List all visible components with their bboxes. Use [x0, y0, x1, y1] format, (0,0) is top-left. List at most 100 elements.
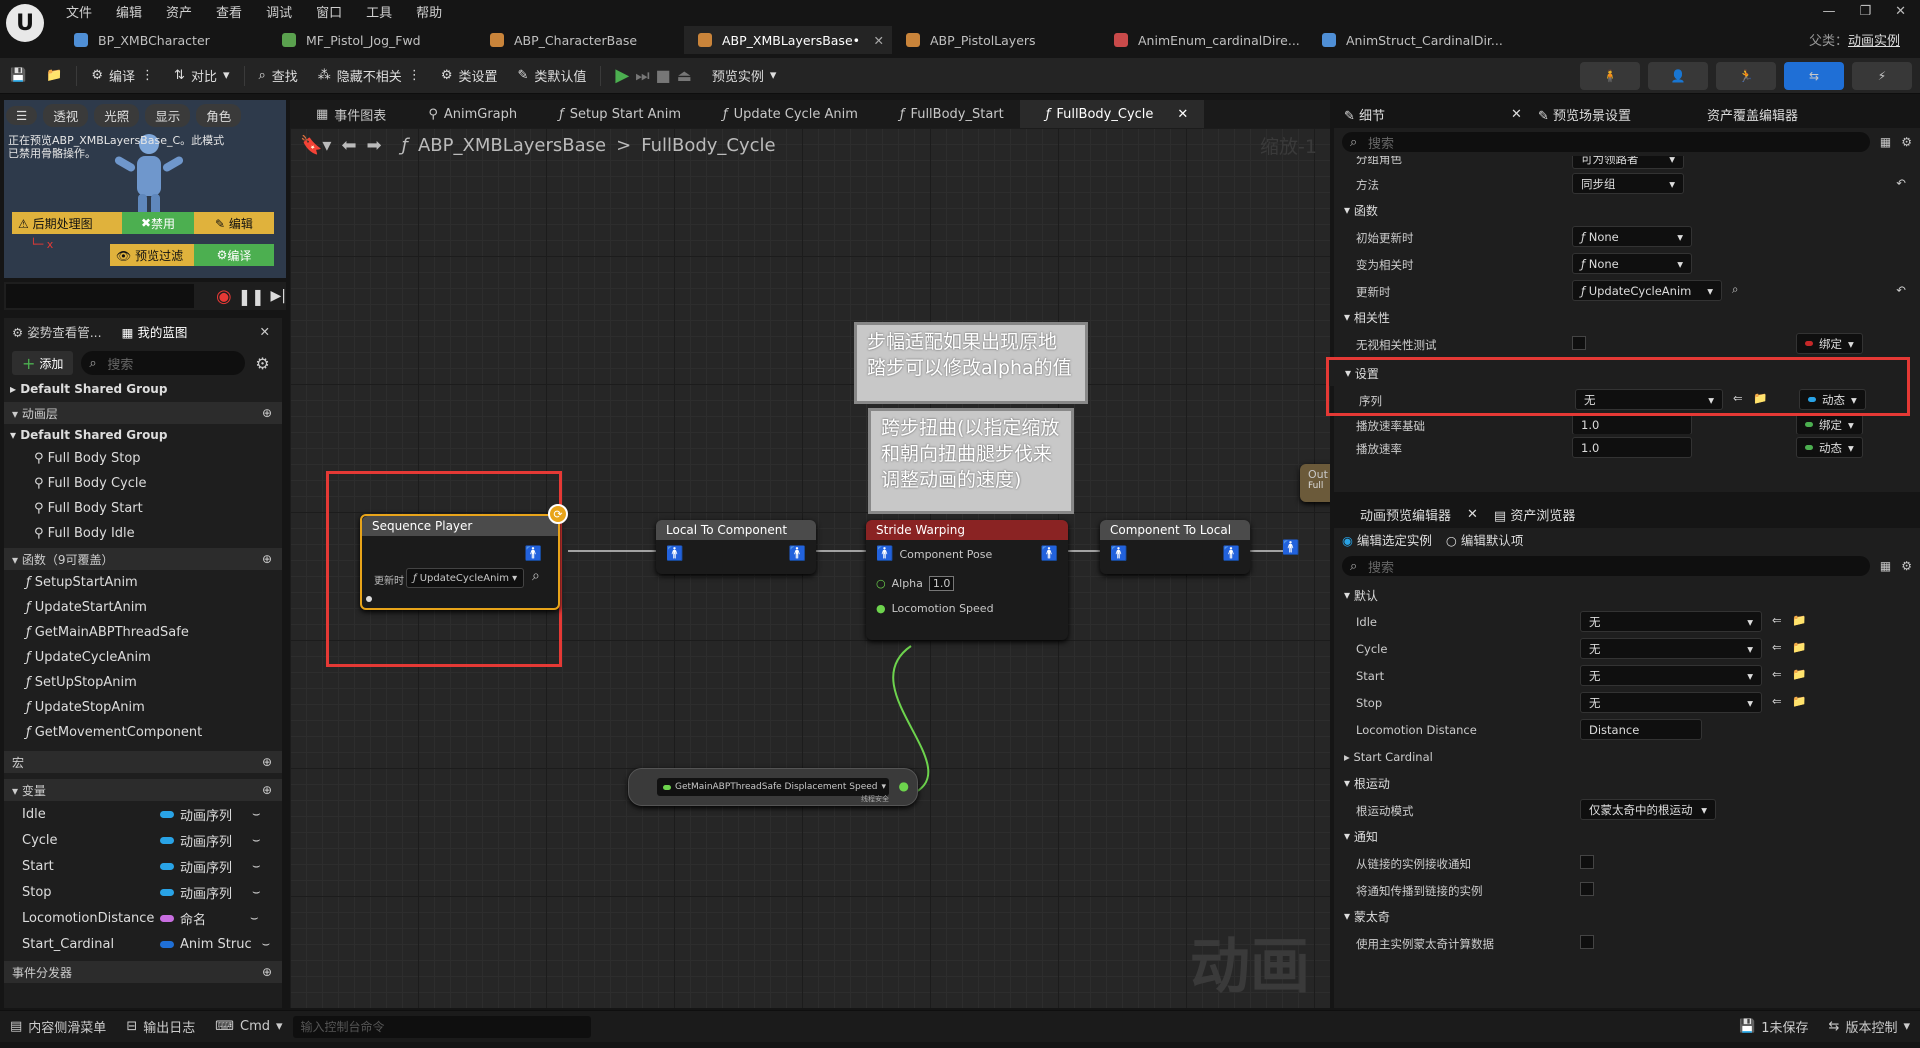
minimize-icon[interactable]: —: [1822, 4, 1835, 19]
function-item[interactable]: ƒ SetupStartAnim: [4, 570, 282, 595]
getter-combo[interactable]: GetMainABPThreadSafe Displacement Speed ▾: [657, 778, 889, 796]
section-header[interactable]: ▾ 蒙太奇: [1334, 903, 1920, 929]
play-icon[interactable]: ▶: [615, 65, 629, 86]
close-tab-icon[interactable]: ✕: [874, 33, 884, 48]
float-out-pin-icon[interactable]: ●: [899, 779, 909, 793]
comment-box[interactable]: 步幅适配如果出现原地踏步可以修改alpha的值: [854, 322, 1088, 404]
pose-pin-icon[interactable]: 🚹: [525, 546, 542, 562]
browse-icon[interactable]: 📁: [1792, 613, 1806, 627]
find-button[interactable]: ⌕ 查找: [249, 58, 308, 94]
unreal-logo-icon[interactable]: U: [6, 4, 44, 42]
show-button[interactable]: 显示: [145, 104, 191, 127]
browse-icon[interactable]: 📁: [1753, 391, 1767, 405]
eye-icon[interactable]: ⌣: [252, 807, 261, 822]
dynamic-button[interactable]: 动态 ▾: [1799, 389, 1866, 410]
add-circle-icon[interactable]: ⊕: [262, 783, 272, 797]
tab-anim-preview[interactable]: 动画预览编辑器: [1360, 505, 1451, 524]
close-icon[interactable]: ✕: [1467, 507, 1478, 522]
reset-icon[interactable]: ↶: [1896, 283, 1906, 297]
variable-row[interactable]: Start_Cardinal Anim Struc ⌣: [4, 931, 282, 957]
pose-in-pin-icon[interactable]: 🚹: [1110, 546, 1127, 562]
eye-icon[interactable]: ⌣: [252, 885, 261, 900]
function-item[interactable]: ƒ GetMovementComponent: [4, 720, 282, 745]
comment-box[interactable]: 跨步扭曲(以指定缩放和朝向扭曲腿步伐来调整动画的速度): [868, 408, 1074, 514]
parent-class-link[interactable]: 动画实例: [1848, 34, 1900, 49]
root-motion-combo[interactable]: 仅蒙太奇中的根运动 ▾: [1580, 799, 1716, 820]
tab-animgraph[interactable]: ⚲ AnimGraph: [402, 100, 533, 128]
add-circle-icon[interactable]: ⊕: [262, 755, 272, 769]
update-function-combo[interactable]: ƒ UpdateCycleAnim ▾: [406, 568, 524, 588]
menu-window[interactable]: 窗口: [316, 2, 342, 21]
stop-icon[interactable]: ■: [656, 66, 671, 85]
section-header[interactable]: ▾ 函数: [1334, 197, 1920, 223]
sequence-combo[interactable]: 无 ▾: [1575, 389, 1723, 410]
use-selected-icon[interactable]: ⇐: [1733, 391, 1743, 405]
bookmark-icon[interactable]: 🔖▾: [300, 135, 331, 156]
blueprint-mode-button[interactable]: ⇆: [1784, 61, 1844, 90]
macros-section[interactable]: 宏 ⊕: [4, 751, 282, 773]
class-settings-button[interactable]: ⚙ 类设置: [431, 58, 508, 94]
search-icon[interactable]: ⌕: [532, 568, 540, 584]
event-dispatchers-section[interactable]: 事件分发器 ⊕: [4, 961, 282, 983]
idle-combo[interactable]: 无 ▾: [1580, 611, 1762, 632]
browse-icon[interactable]: 📁: [1792, 694, 1806, 708]
close-window-icon[interactable]: ✕: [1895, 4, 1906, 19]
compile-filter-button[interactable]: ⚙ 编译: [194, 244, 274, 266]
add-button[interactable]: + 添加: [12, 351, 74, 375]
edit-button[interactable]: ✎ 编辑: [194, 215, 274, 232]
variable-row[interactable]: LocomotionDistance 命名 ⌣: [4, 905, 282, 931]
skeleton-mode-button[interactable]: 🧍: [1580, 61, 1640, 90]
search-icon[interactable]: ⌕: [1732, 282, 1738, 297]
use-selected-icon[interactable]: ⇐: [1772, 667, 1782, 681]
list-item[interactable]: ⚲ Full Body Stop: [4, 446, 282, 471]
alpha-input[interactable]: 1.0: [928, 576, 955, 591]
initial-update-combo[interactable]: ƒ None ▾: [1572, 226, 1692, 247]
unsaved-button[interactable]: 💾 1未保存: [1729, 1011, 1818, 1043]
close-tab-icon[interactable]: ✕: [1177, 107, 1188, 122]
menu-tools[interactable]: 工具: [366, 2, 392, 21]
menu-edit[interactable]: 编辑: [116, 2, 142, 21]
bind-button[interactable]: 绑定 ▾: [1796, 333, 1863, 354]
list-item[interactable]: ⚲ Full Body Cycle: [4, 471, 282, 496]
group-role-combo[interactable]: 可为领路者 ▾: [1572, 156, 1684, 169]
tab-asset-override[interactable]: 资产覆盖编辑器: [1707, 105, 1798, 124]
cycle-combo[interactable]: 无 ▾: [1580, 638, 1762, 659]
tab-function[interactable]: ƒ Setup Start Anim: [533, 100, 697, 128]
preview-instance-dropdown[interactable]: 预览实例 ▾: [702, 58, 787, 94]
menu-debug[interactable]: 调试: [266, 2, 292, 21]
use-selected-icon[interactable]: ⇐: [1772, 694, 1782, 708]
forward-icon[interactable]: ➡: [367, 135, 382, 156]
eject-icon[interactable]: ⏏: [677, 66, 692, 85]
reset-icon[interactable]: ↶: [1896, 176, 1906, 190]
tab-function[interactable]: ƒ FullBody_Start: [874, 100, 1020, 128]
timeline-track[interactable]: [6, 284, 194, 308]
method-combo[interactable]: 同步组 ▾: [1572, 173, 1684, 194]
getter-node[interactable]: GetMainABPThreadSafe Displacement Speed ▾…: [628, 768, 918, 806]
add-circle-icon[interactable]: ⊕: [262, 406, 272, 420]
stride-warping-node[interactable]: Stride Warping 🚹 Component Pose 🚹 ○ Alpha 1…: [866, 520, 1068, 640]
variables-section[interactable]: ▾ 变量 ⊕: [4, 779, 282, 801]
stop-combo[interactable]: 无 ▾: [1580, 692, 1762, 713]
physics-mode-button[interactable]: ⚡: [1852, 61, 1912, 90]
blueprint-search-input[interactable]: ⌕ 搜索: [81, 351, 246, 375]
graph-canvas[interactable]: Sequence Player 🚹 更新时 ƒ UpdateCycleAnim …: [290, 128, 1330, 1008]
doc-tab-active[interactable]: ABP_XMBLayersBase• ✕: [684, 26, 892, 54]
start-combo[interactable]: 无 ▾: [1580, 665, 1762, 686]
add-circle-icon[interactable]: ⊕: [262, 965, 272, 979]
record-icon[interactable]: ◉: [216, 286, 232, 307]
eye-icon[interactable]: ⌣: [250, 911, 259, 926]
eye-icon[interactable]: ⌣: [252, 833, 261, 848]
perspective-button[interactable]: 透视: [43, 104, 89, 127]
doc-tab[interactable]: AnimEnum_cardinalDire...: [1100, 26, 1308, 54]
add-circle-icon[interactable]: ⊕: [262, 552, 272, 566]
bind-button[interactable]: 绑定 ▾: [1796, 416, 1863, 434]
character-button[interactable]: 角色: [196, 104, 242, 127]
step-icon[interactable]: ⏭: [635, 66, 649, 86]
section-header[interactable]: ▾ 相关性: [1334, 304, 1920, 330]
anim-layers-section[interactable]: ▾ 动画层 ⊕: [4, 402, 282, 424]
output-log-button[interactable]: ⊟ 输出日志: [116, 1011, 205, 1043]
console-input[interactable]: 输入控制台命令: [292, 1015, 591, 1038]
section-header[interactable]: ▾ 默认: [1334, 582, 1920, 608]
gear-icon[interactable]: ⚙: [1901, 559, 1912, 573]
class-defaults-button[interactable]: ✎ 类默认值: [507, 58, 596, 94]
